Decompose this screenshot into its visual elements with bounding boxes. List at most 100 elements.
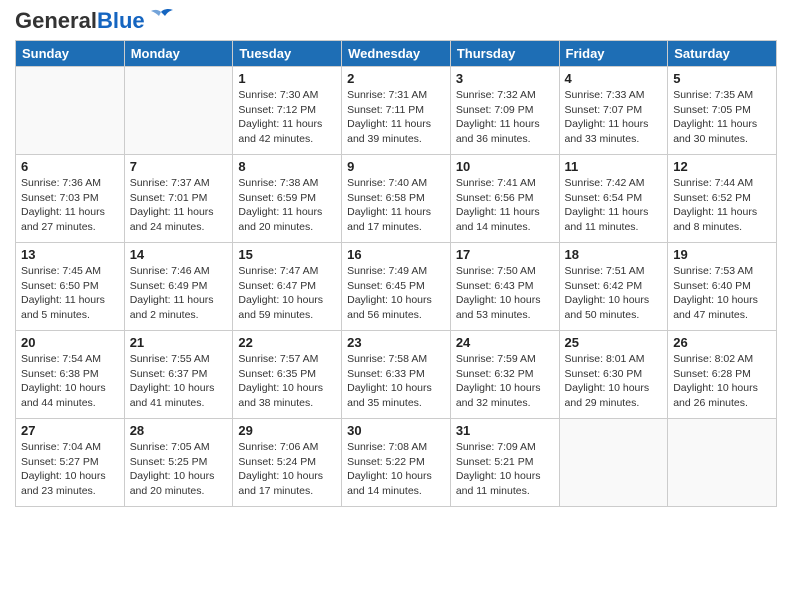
weekday-header-sunday: Sunday [16,41,125,67]
day-info: Sunrise: 7:06 AM Sunset: 5:24 PM Dayligh… [238,440,336,499]
day-info: Sunrise: 7:54 AM Sunset: 6:38 PM Dayligh… [21,352,119,411]
day-number: 20 [21,335,119,350]
weekday-header-friday: Friday [559,41,668,67]
day-number: 21 [130,335,228,350]
calendar-cell: 22 Sunrise: 7:57 AM Sunset: 6:35 PM Dayli… [233,331,342,419]
calendar-cell [124,67,233,155]
calendar-cell: 20 Sunrise: 7:54 AM Sunset: 6:38 PM Dayli… [16,331,125,419]
day-number: 30 [347,423,445,438]
calendar-cell: 14Sunrise: 7:46 AM Sunset: 6:49 PM Dayli… [124,243,233,331]
day-number: 1 [238,71,336,86]
calendar-cell: 29 Sunrise: 7:06 AM Sunset: 5:24 PM Dayli… [233,419,342,507]
calendar-cell [559,419,668,507]
calendar-cell: 26 Sunrise: 8:02 AM Sunset: 6:28 PM Dayli… [668,331,777,419]
calendar-cell: 3 Sunrise: 7:32 AM Sunset: 7:09 PM Daylig… [450,67,559,155]
calendar-cell: 21Sunrise: 7:55 AM Sunset: 6:37 PM Dayli… [124,331,233,419]
day-info: Sunrise: 7:30 AM Sunset: 7:12 PM Dayligh… [238,88,336,147]
day-number: 11 [565,159,663,174]
day-number: 8 [238,159,336,174]
day-info: Sunrise: 7:50 AM Sunset: 6:43 PM Dayligh… [456,264,554,323]
day-info: Sunrise: 7:57 AM Sunset: 6:35 PM Dayligh… [238,352,336,411]
calendar-cell: 31 Sunrise: 7:09 AM Sunset: 5:21 PM Dayli… [450,419,559,507]
calendar-cell: 25Sunrise: 8:01 AM Sunset: 6:30 PM Dayli… [559,331,668,419]
calendar-cell: 12 Sunrise: 7:44 AM Sunset: 6:52 PM Dayli… [668,155,777,243]
day-info: Sunrise: 7:45 AM Sunset: 6:50 PM Dayligh… [21,264,119,323]
calendar-cell: 10 Sunrise: 7:41 AM Sunset: 6:56 PM Dayli… [450,155,559,243]
calendar-cell: 19 Sunrise: 7:53 AM Sunset: 6:40 PM Dayli… [668,243,777,331]
week-row-1: 1 Sunrise: 7:30 AM Sunset: 7:12 PM Daylig… [16,67,777,155]
calendar-cell: 23 Sunrise: 7:58 AM Sunset: 6:33 PM Dayli… [342,331,451,419]
day-number: 23 [347,335,445,350]
logo-bird-icon [147,8,175,30]
day-number: 10 [456,159,554,174]
day-info: Sunrise: 7:31 AM Sunset: 7:11 PM Dayligh… [347,88,445,147]
day-number: 22 [238,335,336,350]
calendar-cell: 7Sunrise: 7:37 AM Sunset: 7:01 PM Daylig… [124,155,233,243]
day-info: Sunrise: 8:02 AM Sunset: 6:28 PM Dayligh… [673,352,771,411]
day-number: 19 [673,247,771,262]
day-info: Sunrise: 7:36 AM Sunset: 7:03 PM Dayligh… [21,176,119,235]
calendar-cell: 18 Sunrise: 7:51 AM Sunset: 6:42 PM Dayli… [559,243,668,331]
logo: GeneralBlue [15,10,175,32]
day-info: Sunrise: 7:51 AM Sunset: 6:42 PM Dayligh… [565,264,663,323]
day-number: 18 [565,247,663,262]
calendar-cell: 6 Sunrise: 7:36 AM Sunset: 7:03 PM Daylig… [16,155,125,243]
day-info: Sunrise: 7:58 AM Sunset: 6:33 PM Dayligh… [347,352,445,411]
calendar-cell: 17 Sunrise: 7:50 AM Sunset: 6:43 PM Dayli… [450,243,559,331]
calendar-cell: 27 Sunrise: 7:04 AM Sunset: 5:27 PM Dayli… [16,419,125,507]
calendar-cell: 8 Sunrise: 7:38 AM Sunset: 6:59 PM Daylig… [233,155,342,243]
day-number: 24 [456,335,554,350]
day-info: Sunrise: 7:35 AM Sunset: 7:05 PM Dayligh… [673,88,771,147]
day-number: 17 [456,247,554,262]
day-number: 31 [456,423,554,438]
day-number: 14 [130,247,228,262]
day-info: Sunrise: 7:04 AM Sunset: 5:27 PM Dayligh… [21,440,119,499]
day-info: Sunrise: 7:32 AM Sunset: 7:09 PM Dayligh… [456,88,554,147]
calendar-cell: 24 Sunrise: 7:59 AM Sunset: 6:32 PM Dayli… [450,331,559,419]
calendar-cell: 15 Sunrise: 7:47 AM Sunset: 6:47 PM Dayli… [233,243,342,331]
day-number: 26 [673,335,771,350]
day-number: 13 [21,247,119,262]
day-number: 4 [565,71,663,86]
day-number: 27 [21,423,119,438]
day-info: Sunrise: 7:44 AM Sunset: 6:52 PM Dayligh… [673,176,771,235]
calendar-cell: 2Sunrise: 7:31 AM Sunset: 7:11 PM Daylig… [342,67,451,155]
calendar-cell: 5 Sunrise: 7:35 AM Sunset: 7:05 PM Daylig… [668,67,777,155]
day-info: Sunrise: 7:33 AM Sunset: 7:07 PM Dayligh… [565,88,663,147]
weekday-header-monday: Monday [124,41,233,67]
calendar-cell: 30 Sunrise: 7:08 AM Sunset: 5:22 PM Dayli… [342,419,451,507]
day-number: 15 [238,247,336,262]
day-number: 6 [21,159,119,174]
calendar-cell: 13 Sunrise: 7:45 AM Sunset: 6:50 PM Dayli… [16,243,125,331]
page: GeneralBlue SundayMondayTuesdayWednesday… [0,0,792,517]
day-info: Sunrise: 7:53 AM Sunset: 6:40 PM Dayligh… [673,264,771,323]
calendar-cell: 28Sunrise: 7:05 AM Sunset: 5:25 PM Dayli… [124,419,233,507]
day-number: 9 [347,159,445,174]
day-info: Sunrise: 7:41 AM Sunset: 6:56 PM Dayligh… [456,176,554,235]
day-number: 12 [673,159,771,174]
week-row-5: 27 Sunrise: 7:04 AM Sunset: 5:27 PM Dayli… [16,419,777,507]
day-info: Sunrise: 7:40 AM Sunset: 6:58 PM Dayligh… [347,176,445,235]
weekday-header-thursday: Thursday [450,41,559,67]
day-info: Sunrise: 7:38 AM Sunset: 6:59 PM Dayligh… [238,176,336,235]
calendar-cell: 16Sunrise: 7:49 AM Sunset: 6:45 PM Dayli… [342,243,451,331]
week-row-4: 20 Sunrise: 7:54 AM Sunset: 6:38 PM Dayli… [16,331,777,419]
calendar-cell: 4 Sunrise: 7:33 AM Sunset: 7:07 PM Daylig… [559,67,668,155]
day-info: Sunrise: 7:05 AM Sunset: 5:25 PM Dayligh… [130,440,228,499]
day-number: 29 [238,423,336,438]
logo-general: General [15,8,97,33]
week-row-3: 13 Sunrise: 7:45 AM Sunset: 6:50 PM Dayli… [16,243,777,331]
day-info: Sunrise: 7:42 AM Sunset: 6:54 PM Dayligh… [565,176,663,235]
calendar-cell [16,67,125,155]
day-info: Sunrise: 7:59 AM Sunset: 6:32 PM Dayligh… [456,352,554,411]
day-info: Sunrise: 7:49 AM Sunset: 6:45 PM Dayligh… [347,264,445,323]
weekday-header-saturday: Saturday [668,41,777,67]
calendar-table: SundayMondayTuesdayWednesdayThursdayFrid… [15,40,777,507]
day-number: 3 [456,71,554,86]
day-number: 25 [565,335,663,350]
day-number: 5 [673,71,771,86]
day-info: Sunrise: 7:09 AM Sunset: 5:21 PM Dayligh… [456,440,554,499]
day-info: Sunrise: 7:47 AM Sunset: 6:47 PM Dayligh… [238,264,336,323]
day-info: Sunrise: 7:08 AM Sunset: 5:22 PM Dayligh… [347,440,445,499]
header: GeneralBlue [15,10,777,32]
